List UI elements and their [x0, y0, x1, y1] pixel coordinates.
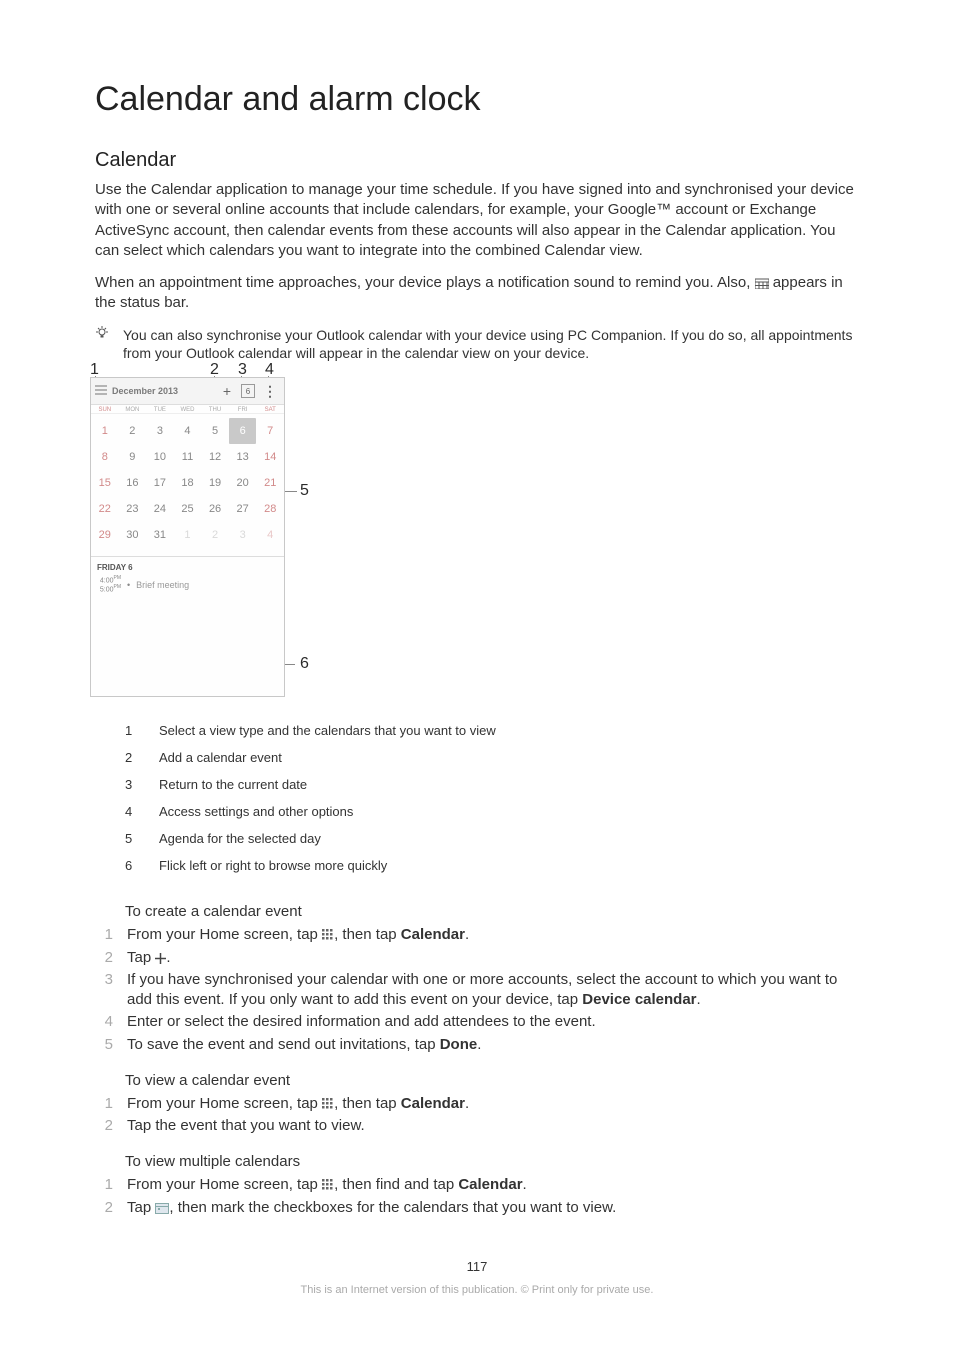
calendar-day: 12 [201, 444, 229, 470]
calendar-day: 7 [256, 418, 284, 444]
calendar-day: 10 [146, 444, 174, 470]
section-heading: Calendar [95, 149, 859, 172]
callout-5: 5 [300, 482, 309, 500]
instr-heading-view-event: To view a calendar event [125, 1072, 859, 1089]
legend-row: 1Select a view type and the calendars th… [125, 717, 859, 744]
calendar-day: 17 [146, 470, 174, 496]
calendar-day: 31 [146, 522, 174, 548]
today-icon: 6 [241, 384, 255, 398]
calmini-icon [155, 1199, 169, 1216]
calendar-day: 2 [119, 418, 147, 444]
calendar-day: 30 [119, 522, 147, 548]
tip-text: You can also synchronise your Outlook ca… [123, 326, 859, 364]
calendar-day: 3 [229, 522, 257, 548]
calendar-day: 1 [91, 418, 119, 444]
instruction-step: 2Tap the event that you want to view. [95, 1115, 859, 1137]
dow-label: TUE [146, 407, 174, 413]
dow-label: SAT [256, 407, 284, 413]
instruction-step: 4Enter or select the desired information… [95, 1011, 859, 1033]
overflow-icon: ⋮ [259, 383, 281, 400]
instruction-step: 1From your Home screen, tap , then find … [95, 1174, 859, 1196]
calendar-day: 1 [174, 522, 202, 548]
calendar-day: 27 [229, 496, 257, 522]
instruction-step: 3If you have synchronised your calendar … [95, 969, 859, 1012]
calendar-notification-icon [755, 274, 769, 291]
calendar-day: 28 [256, 496, 284, 522]
intro-paragraph-1: Use the Calendar application to manage y… [95, 180, 859, 261]
plus-icon [155, 949, 166, 966]
instruction-step: 1From your Home screen, tap , then tap C… [95, 924, 859, 946]
calendar-day: 29 [91, 522, 119, 548]
add-event-icon: + [217, 383, 237, 399]
instruction-step: 2Tap . [95, 947, 859, 969]
calendar-day: 11 [174, 444, 202, 470]
footer-text: This is an Internet version of this publ… [95, 1284, 859, 1296]
instr-heading-create: To create a calendar event [125, 903, 859, 920]
calendar-day: 26 [201, 496, 229, 522]
apps-icon [322, 926, 334, 943]
calendar-day: 9 [119, 444, 147, 470]
callout-6: 6 [300, 655, 309, 673]
page-title: Calendar and alarm clock [95, 80, 859, 119]
dow-label: FRI [229, 407, 257, 413]
calendar-day: 21 [256, 470, 284, 496]
agenda-event: 4:00PM 5:00PM • Brief meeting [91, 576, 284, 598]
legend-row: 2Add a calendar event [125, 744, 859, 771]
calendar-day: 2 [201, 522, 229, 548]
calendar-day: 4 [174, 418, 202, 444]
instruction-step: 2Tap , then mark the checkboxes for the … [95, 1197, 859, 1219]
calendar-day: 5 [201, 418, 229, 444]
instr-heading-view-multiple: To view multiple calendars [125, 1153, 859, 1170]
calendar-day: 16 [119, 470, 147, 496]
lightbulb-tip-icon [95, 326, 111, 364]
calendar-day: 24 [146, 496, 174, 522]
legend-row: 5Agenda for the selected day [125, 825, 859, 852]
calendar-screenshot: 1 2 3 4 5 6 December 2013 + 6 ⋮ SUNMONTU… [90, 377, 285, 697]
legend-row: 4Access settings and other options [125, 798, 859, 825]
dow-label: THU [201, 407, 229, 413]
instruction-step: 1From your Home screen, tap , then tap C… [95, 1093, 859, 1115]
calendar-day: 4 [256, 522, 284, 548]
calendar-day: 8 [91, 444, 119, 470]
calendar-day: 22 [91, 496, 119, 522]
hamburger-icon [94, 385, 108, 397]
calendar-day: 13 [229, 444, 257, 470]
dow-label: MON [119, 407, 147, 413]
legend-row: 3Return to the current date [125, 771, 859, 798]
intro-paragraph-2: When an appointment time approaches, you… [95, 273, 859, 314]
apps-icon [322, 1095, 334, 1112]
calendar-day: 18 [174, 470, 202, 496]
calendar-day: 23 [119, 496, 147, 522]
apps-icon [322, 1176, 334, 1193]
instruction-step: 5To save the event and send out invitati… [95, 1034, 859, 1056]
legend-row: 6Flick left or right to browse more quic… [125, 852, 859, 879]
calendar-day: 20 [229, 470, 257, 496]
dow-label: SUN [91, 407, 119, 413]
calendar-day: 19 [201, 470, 229, 496]
dow-label: WED [174, 407, 202, 413]
agenda-heading: FRIDAY 6 [91, 556, 284, 576]
calendar-day: 6 [229, 418, 257, 444]
calendar-day: 14 [256, 444, 284, 470]
calendar-day: 15 [91, 470, 119, 496]
calendar-day: 3 [146, 418, 174, 444]
page-number: 117 [95, 1259, 859, 1274]
calendar-month-title: December 2013 [108, 386, 217, 396]
calendar-day: 25 [174, 496, 202, 522]
